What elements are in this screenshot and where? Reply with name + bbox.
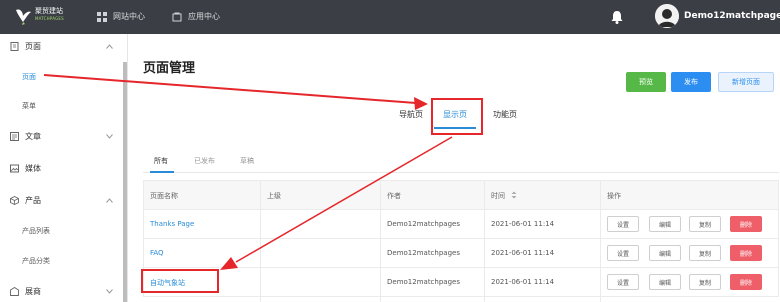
filter-draft[interactable]: 草稿 [240,156,254,166]
sidebar-item-page[interactable]: 页面 [22,72,36,82]
sidebar-scrollbar[interactable] [123,62,127,302]
app-icon [172,12,182,21]
page-name-link[interactable]: FAQ [150,249,164,257]
preview-button[interactable]: 预览 [626,72,666,92]
page-name-link[interactable]: Thanks Page [150,220,194,228]
user-icon [655,4,679,28]
edit-button[interactable]: 编辑 [649,216,681,232]
tab-navigation-pages[interactable]: 导航页 [399,109,423,120]
chevron-down-icon[interactable] [106,134,113,139]
author-cell: Demo12matchpages [387,249,460,257]
edit-button[interactable]: 编辑 [649,274,681,290]
author-cell: Demo12matchpages [387,278,460,286]
media-icon [10,164,19,173]
logo-text: 聚贸建站 [35,7,63,15]
sidebar-group-product[interactable]: 产品 [10,195,41,206]
filter-published[interactable]: 已发布 [194,156,215,166]
delete-button[interactable]: 删除 [730,274,762,290]
product-icon [10,196,19,205]
column-header-actions: 操作 [607,192,621,200]
column-header-author: 作者 [387,192,401,200]
sidebar: 页面 页面 菜单 文章 媒体 产品 产品列表 产品分类 展商 [0,34,128,302]
sidebar-group-page[interactable]: 页面 [10,41,41,52]
page-icon [10,42,19,51]
article-icon [10,132,19,141]
settings-button[interactable]: 设置 [607,274,639,290]
page-title: 页面管理 [143,61,196,76]
avatar[interactable] [655,4,679,28]
sidebar-group-label: 页面 [25,42,41,51]
sidebar-group-article[interactable]: 文章 [10,131,41,142]
top-bar: 聚贸建站 MATCHPAGES 网站中心 应用中心 Demo12matchpag… [0,0,780,34]
table-row: Thanks Page Demo12matchpages 2021-06-01 … [143,210,779,239]
sort-icon[interactable] [511,191,517,199]
time-cell: 2021-06-01 11:14 [491,278,555,286]
annotation-box-page-row [141,269,219,293]
nav-label: 网站中心 [113,12,145,21]
table-row: 自动气象站 Demo12matchpages 2021-06-01 11:14 … [143,268,779,297]
sidebar-group-label: 文章 [25,132,41,141]
sidebar-group-label: 展商 [25,287,41,296]
table-row: FAQ Demo12matchpages 2021-06-01 11:14 设置… [143,239,779,268]
edit-button[interactable]: 编辑 [649,245,681,261]
grid-icon [97,11,107,22]
new-page-button[interactable]: 新增页面 [718,72,774,92]
chevron-down-icon[interactable] [106,289,113,294]
active-filter-indicator [150,171,174,173]
filter-all[interactable]: 所有 [154,156,168,166]
annotation-box-display-tab [431,98,483,135]
copy-button[interactable]: 复制 [689,245,721,261]
nav-app-center[interactable]: 应用中心 [172,11,220,22]
exhibitor-icon [10,287,19,296]
bird-logo-icon [16,9,31,25]
column-header-time[interactable]: 时间 [491,191,505,201]
bell-icon[interactable] [609,9,625,25]
nav-website-center[interactable]: 网站中心 [97,11,145,22]
sidebar-group-media[interactable]: 媒体 [10,163,41,174]
chevron-up-icon[interactable] [106,44,113,49]
sidebar-item-product-category[interactable]: 产品分类 [22,256,50,266]
sidebar-group-label: 媒体 [25,164,41,173]
username[interactable]: Demo12matchpages [684,11,780,21]
sidebar-item-menu[interactable]: 菜单 [22,101,36,111]
logo-subtext: MATCHPAGES [35,16,64,21]
time-cell: 2021-06-01 11:14 [491,220,555,228]
settings-button[interactable]: 设置 [607,245,639,261]
delete-button[interactable]: 删除 [730,245,762,261]
sidebar-group-label: 产品 [25,196,41,205]
sidebar-group-exhibitor[interactable]: 展商 [10,286,41,297]
sidebar-item-product-list[interactable]: 产品列表 [22,226,50,236]
chevron-up-icon[interactable] [106,198,113,203]
column-header-parent: 上级 [267,192,281,200]
author-cell: Demo12matchpages [387,220,460,228]
logo[interactable]: 聚贸建站 MATCHPAGES [14,4,74,30]
settings-button[interactable]: 设置 [607,216,639,232]
delete-button[interactable]: 删除 [730,216,762,232]
copy-button[interactable]: 复制 [689,274,721,290]
publish-button[interactable]: 发布 [671,72,711,92]
column-header-name: 页面名称 [150,192,178,200]
table-header: 页面名称 上级 作者 时间 操作 [143,180,779,210]
tab-function-pages[interactable]: 功能页 [493,109,517,120]
filter-divider [143,172,779,173]
time-cell: 2021-06-01 11:14 [491,249,555,257]
nav-label: 应用中心 [188,12,220,21]
copy-button[interactable]: 复制 [689,216,721,232]
